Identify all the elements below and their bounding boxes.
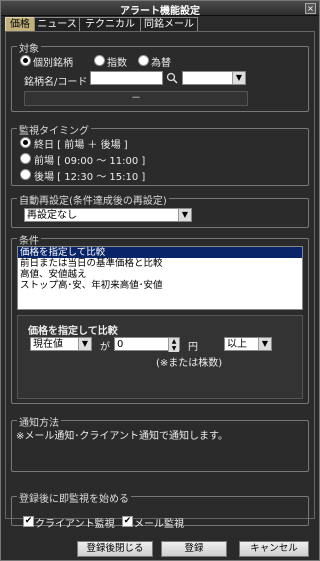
price-input[interactable]: 0 ▲ ▼ (114, 337, 180, 352)
mail-monitor-checkbox[interactable]: ✔ (122, 516, 133, 527)
compare-select[interactable]: 以上 ▼ (224, 337, 272, 351)
auto-reset-select[interactable]: 再設定なし ▼ (24, 208, 192, 222)
alert-settings-window: アラート機能設定 × 価格 ニュース テクニカル 同銘メール 対象 個別銘柄 指… (0, 0, 320, 561)
name-display: － (24, 91, 248, 106)
radio-individual[interactable] (20, 55, 31, 66)
radio-all-day-label: 終日 [ 前場 ＋ 後場 ] (34, 140, 128, 151)
close-icon[interactable]: × (305, 3, 316, 14)
title-bar[interactable]: アラート機能設定 × (1, 1, 319, 17)
condition-detail-box: 価格を指定して比較 現在値 ▼ が 0 ▲ ▼ 円 以上 ▼ (※または株数) (17, 315, 303, 399)
chevron-down-icon[interactable]: ▼ (178, 209, 191, 221)
unit-note: (※または株数) (156, 358, 223, 369)
condition-detail-title: 価格を指定して比較 (28, 326, 118, 337)
client-monitor-label: クライアント監視 (35, 519, 115, 530)
search-icon[interactable] (166, 71, 178, 85)
spinner-arrows-icon[interactable]: ▲ ▼ (168, 338, 179, 352)
price-tab-panel: 対象 個別銘柄 指数 為替 銘柄名/コード ▼ － 監視タイミング 終日 [ 前… (5, 31, 315, 526)
radio-morning-label: 前場 [ 09:00 ～ 11:00 ] (34, 156, 146, 167)
list-item[interactable]: 前日または当日の基準価格と比較 (18, 258, 302, 269)
compare-value: 以上 (227, 339, 247, 350)
mail-monitor-label: メール監視 (134, 519, 184, 530)
code-label: 銘柄名/コード (24, 77, 88, 88)
price-value: 0 (117, 339, 124, 350)
base-value-select[interactable]: 現在値 ▼ (30, 337, 92, 351)
particle-label: が (100, 342, 110, 353)
radio-index[interactable] (94, 55, 105, 66)
auto-reset-value: 再設定なし (27, 210, 77, 221)
target-legend: 対象 (17, 40, 41, 55)
chevron-down-icon[interactable]: ▼ (232, 72, 245, 84)
radio-afternoon-label: 後場 [ 12:30 ～ 15:10 ] (34, 172, 146, 183)
market-select[interactable]: ▼ (182, 71, 246, 85)
auto-reset-legend: 自動再設定(条件達成後の再設定) (17, 192, 169, 207)
window-title: アラート機能設定 (120, 6, 200, 17)
radio-all-day[interactable] (20, 137, 31, 148)
cancel-button[interactable]: キャンセル (239, 541, 309, 557)
start-monitor-legend: 登録後に即監視を始める (17, 490, 131, 505)
tab-technical[interactable]: テクニカル (79, 17, 141, 31)
timing-legend: 監視タイミング (17, 122, 91, 137)
unit-label: 円 (188, 342, 198, 353)
register-button[interactable]: 登録 (161, 541, 227, 557)
timing-group: 監視タイミング 終日 [ 前場 ＋ 後場 ] 前場 [ 09:00 ～ 11:0… (11, 122, 309, 186)
condition-legend: 条件 (17, 232, 41, 247)
chevron-down-icon[interactable]: ▼ (78, 338, 91, 350)
target-group: 対象 個別銘柄 指数 為替 銘柄名/コード ▼ － (11, 40, 309, 112)
code-input[interactable] (90, 71, 163, 85)
radio-morning[interactable] (20, 153, 31, 164)
radio-index-label: 指数 (107, 58, 127, 69)
condition-group: 条件 価格を指定して比較 前日または当日の基準価格と比較 高値、安値越え ストッ… (11, 232, 309, 404)
list-item[interactable]: 高値、安値越え (18, 269, 302, 280)
notification-group: 通知方法 ※メール通知･クライアント通知で通知します。 (11, 414, 309, 472)
notification-text: ※メール通知･クライアント通知で通知します。 (16, 431, 228, 442)
tab-mail[interactable]: 同銘メール (140, 17, 198, 31)
base-value: 現在値 (33, 339, 63, 350)
register-close-button[interactable]: 登録後閉じる (77, 541, 153, 557)
condition-list[interactable]: 価格を指定して比較 前日または当日の基準価格と比較 高値、安値越え ストップ高･… (17, 246, 303, 310)
radio-fx[interactable] (138, 55, 149, 66)
radio-afternoon[interactable] (20, 169, 31, 180)
list-item[interactable]: ストップ高･安、年初来高値･安値 (18, 280, 302, 291)
tab-news[interactable]: ニュース (34, 17, 80, 31)
chevron-down-icon[interactable]: ▼ (258, 338, 271, 350)
list-item[interactable]: 価格を指定して比較 (18, 247, 302, 258)
auto-reset-group: 自動再設定(条件達成後の再設定) 再設定なし ▼ (11, 192, 309, 228)
tab-price[interactable]: 価格 (5, 17, 35, 31)
radio-fx-label: 為替 (151, 58, 171, 69)
radio-individual-label: 個別銘柄 (33, 58, 73, 69)
client-monitor-checkbox[interactable]: ✔ (23, 516, 34, 527)
